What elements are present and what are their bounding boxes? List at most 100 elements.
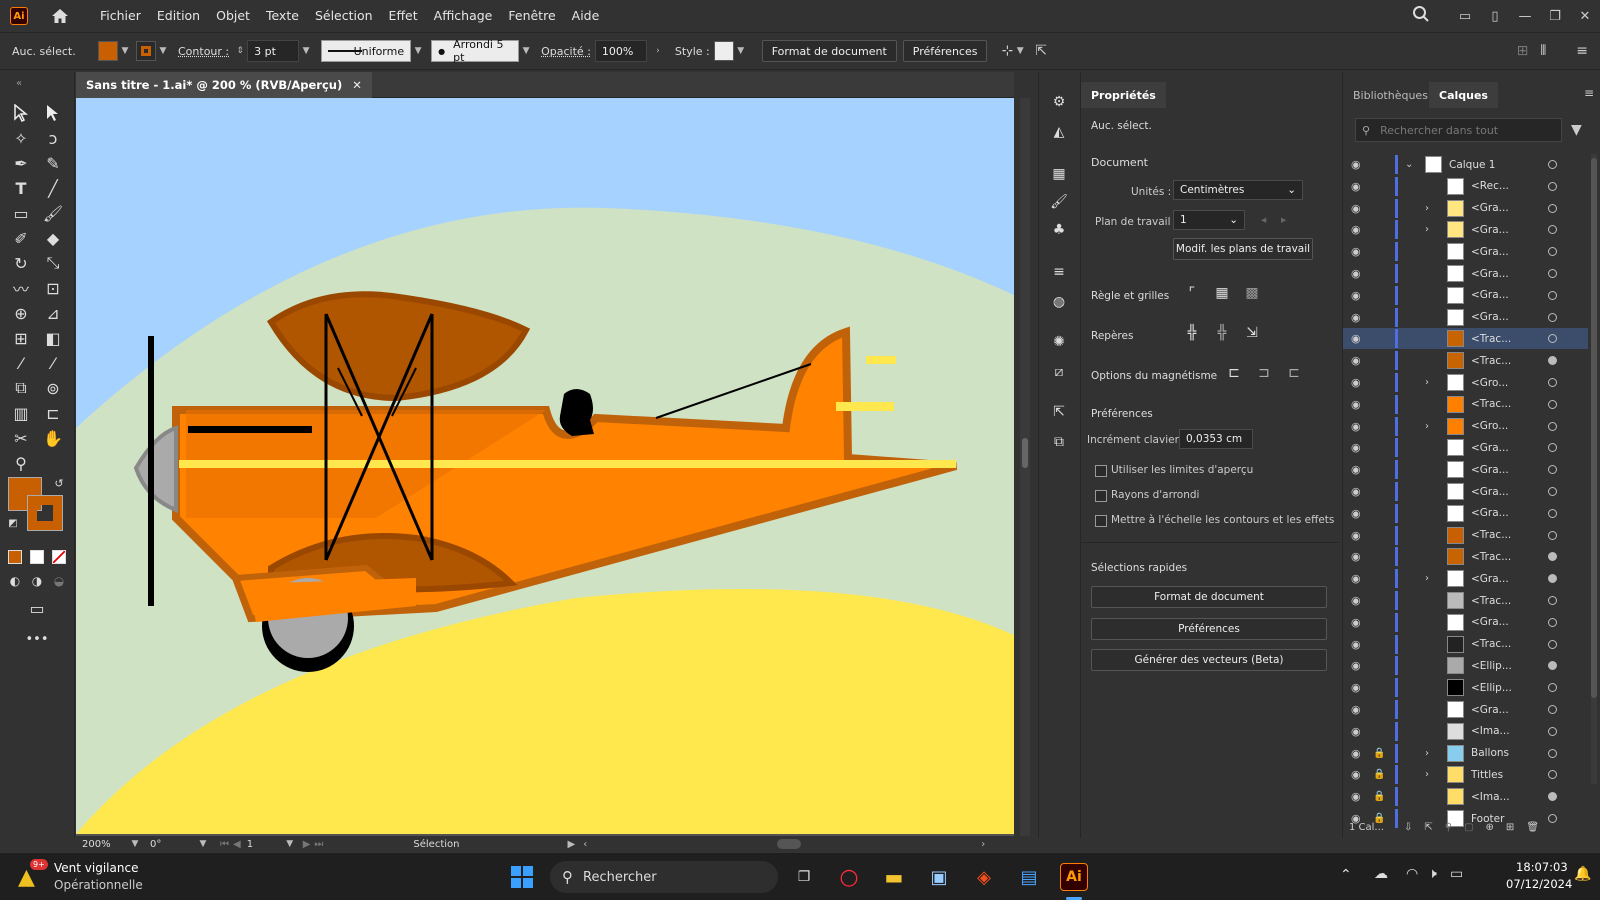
layer-name[interactable]: <Trac... [1471,355,1511,367]
target-circle-icon[interactable] [1548,269,1557,278]
visibility-eye-icon[interactable]: ◉ [1351,180,1361,193]
chevron-down-icon[interactable]: ▼ [118,46,132,56]
visibility-eye-icon[interactable]: ◉ [1351,616,1361,629]
align-icon[interactable]: ⊞ [1517,43,1529,59]
rectangle-tool-icon[interactable]: ▭ [10,202,32,224]
new-sublayer-icon[interactable]: ⊕ [1486,822,1494,833]
target-circle-icon[interactable] [1548,574,1557,584]
tab-libraries[interactable]: Bibliothèques [1343,82,1438,108]
layer-row[interactable]: ◉ <Gra... [1343,459,1588,480]
canvas-area[interactable] [76,98,1014,836]
menu-fenetre[interactable]: Fenêtre [500,0,563,32]
layer-name[interactable]: <Trac... [1471,595,1511,607]
visibility-eye-icon[interactable]: ◉ [1351,354,1361,367]
chevron-right-icon[interactable]: › [1425,769,1429,780]
visibility-eye-icon[interactable]: ◉ [1351,398,1361,411]
scroll-right-icon[interactable]: › [981,839,985,850]
layer-name[interactable]: <Trac... [1471,551,1511,563]
stroke-weight-input[interactable]: 3 pt [247,40,300,62]
layer-row[interactable]: ◉ <Trac... [1343,328,1588,350]
style-swatch[interactable] [713,41,734,61]
symbol-sprayer-icon[interactable]: ⊚ [42,377,64,399]
visibility-eye-icon[interactable]: ◉ [1351,572,1361,585]
tail-stripe[interactable] [836,402,894,411]
lock-icon[interactable]: 🔒 [1373,769,1385,780]
preferences-button[interactable]: Préférences [902,40,988,62]
vertical-scrollbar[interactable] [1020,98,1030,836]
artboard[interactable] [76,98,1014,834]
arrange-icon[interactable]: ▯ [1480,9,1510,24]
chevron-down-icon[interactable]: ▼ [734,46,748,56]
shaper-tool-icon[interactable]: ✐ [10,227,32,249]
rotate-tool-icon[interactable]: ↻ [10,252,32,274]
collapse-icon[interactable]: « [8,72,30,94]
key-increment-input[interactable]: 0,0353 cm [1179,429,1253,449]
target-circle-icon[interactable] [1548,465,1557,475]
next-artboard-icon[interactable]: ▶ [303,839,311,850]
transparency-icon[interactable]: ◍ [1049,292,1069,312]
layer-row[interactable]: ◉ <Trac... [1343,394,1588,415]
visibility-eye-icon[interactable]: ◉ [1351,747,1361,760]
selection-tool-icon[interactable] [10,102,32,124]
filter-icon[interactable]: ▼ [1571,122,1582,138]
cloud-icon[interactable]: ☁ [1374,866,1388,882]
chevron-down-icon[interactable]: ▼ [1013,46,1027,56]
none-mode-swatch[interactable] [52,550,66,564]
menu-texte[interactable]: Texte [258,0,307,32]
generate-vectors-button[interactable]: Générer des vecteurs (Beta) [1091,649,1327,671]
swatches-icon[interactable]: ▦ [1049,164,1069,184]
slice-tool-icon[interactable]: ✂ [10,427,32,449]
curvature-tool-icon[interactable]: ✎ [42,152,64,174]
menu-edition[interactable]: Edition [149,0,208,32]
symbols-icon[interactable]: ♣ [1049,220,1069,240]
chevron-down-icon[interactable]: ▼ [411,46,425,56]
target-circle-icon[interactable] [1548,290,1557,300]
target-circle-icon[interactable] [1548,334,1557,344]
target-circle-icon[interactable] [1548,508,1557,518]
layer-name[interactable]: <Ellip... [1471,660,1512,672]
layer-name[interactable]: <Ima... [1471,725,1510,737]
stroke-swatch[interactable] [136,41,156,61]
layer-name[interactable]: Ballons [1471,747,1509,759]
visibility-eye-icon[interactable]: ◉ [1351,202,1361,215]
rotation-value[interactable]: 0° [150,839,196,850]
screen-mode-icon[interactable]: ▭ [26,597,48,619]
appearance-icon[interactable]: ⚙ [1049,92,1069,112]
visibility-eye-icon[interactable]: ◉ [1351,703,1361,716]
layer-row[interactable]: ◉ <Gra... [1343,481,1588,502]
more-tools-icon[interactable]: ••• [26,628,49,650]
menu-affichage[interactable]: Affichage [426,0,501,32]
blend-tool-icon[interactable]: ⧉ [10,377,32,399]
wifi-icon[interactable]: ◠ [1406,866,1418,882]
eyedropper-icon[interactable]: ⁄ [10,352,32,374]
visibility-eye-icon[interactable]: ◉ [1351,594,1361,607]
snap-to-pixel-icon[interactable]: ⊐ [1253,362,1275,384]
chevron-right-icon[interactable]: › [1425,224,1429,235]
target-circle-icon[interactable] [1548,399,1557,409]
target-circle-icon[interactable] [1548,639,1557,649]
layer-name[interactable]: <Gra... [1471,224,1509,236]
stepper-icon[interactable]: ⇕ [233,46,247,56]
type-tool-icon[interactable]: T [10,177,32,199]
hand-tool-icon[interactable]: ✋ [42,427,64,449]
layer-name[interactable]: <Trac... [1471,529,1511,541]
grid-icon[interactable]: ▦ [1211,282,1233,304]
brush-select[interactable]: ● Arrondi 5 pt [431,38,520,64]
layer-name[interactable]: Calque 1 [1449,159,1495,171]
stroke-color-swatch[interactable] [27,495,63,531]
target-circle-icon[interactable] [1548,378,1557,387]
graph-tool-icon[interactable]: ▥ [10,402,32,424]
stroke-label[interactable]: Contour : [178,45,229,58]
layer-row[interactable]: ◉ <Gra... [1343,699,1588,720]
chevron-right-icon[interactable]: › [1425,421,1429,432]
arrange-icon[interactable]: ⊹ [1001,43,1013,59]
layers-scrollbar[interactable] [1591,154,1597,784]
units-select[interactable]: Centimètres ⌄ [1173,180,1303,200]
visibility-eye-icon[interactable]: ◉ [1351,790,1361,803]
gradient-tool-icon[interactable]: ◧ [42,327,64,349]
visibility-eye-icon[interactable]: ◉ [1351,507,1361,520]
layer-row[interactable]: ◉ › <Gra... [1343,568,1588,589]
opacity-input[interactable]: 100% [594,40,647,62]
visibility-eye-icon[interactable]: ◉ [1351,550,1361,563]
warp-tool-icon[interactable]: 〰 [10,277,32,299]
